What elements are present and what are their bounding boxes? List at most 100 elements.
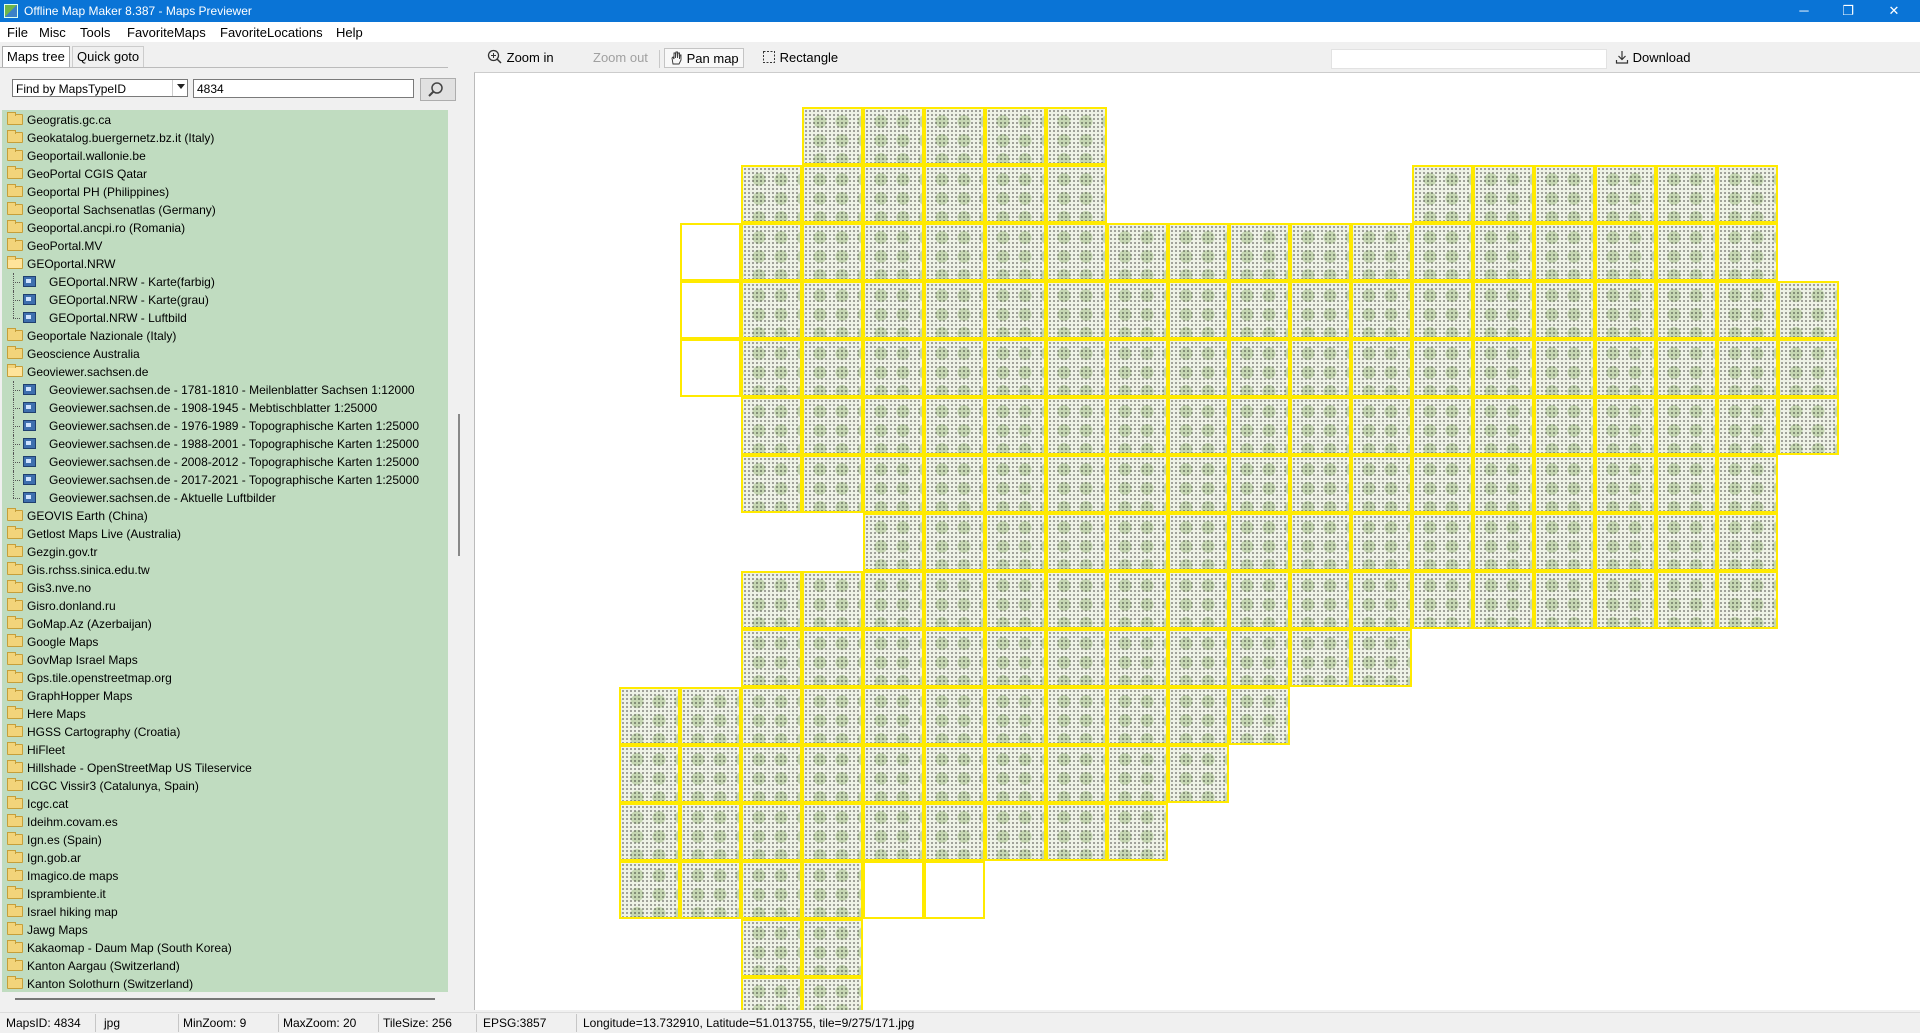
map-tile: [1168, 455, 1229, 513]
toolbar-text-field[interactable]: [1331, 49, 1607, 69]
map-tile: [1107, 629, 1168, 687]
map-tile: [1595, 165, 1656, 223]
tree-scroll-thumb[interactable]: [458, 414, 460, 556]
map-tile: [1351, 455, 1412, 513]
maximize-button[interactable]: ❐: [1826, 0, 1870, 22]
search-button[interactable]: [420, 78, 456, 101]
map-icon: [23, 312, 36, 323]
zoom-in-button[interactable]: Zoom in: [487, 48, 554, 68]
tree-item-label: Ign.gob.ar: [27, 851, 82, 865]
tree-item-label: HiFleet: [27, 743, 66, 757]
folder-icon: [7, 166, 23, 179]
folder-open-icon: [7, 364, 23, 377]
map-tile: [619, 803, 680, 861]
map-tile: [1412, 281, 1473, 339]
map-tile: [1656, 339, 1717, 397]
map-tile: [1229, 687, 1290, 745]
map-tile: [1107, 803, 1168, 861]
map-canvas[interactable]: [474, 72, 1920, 1010]
map-tile: [1412, 339, 1473, 397]
map-tile: [863, 629, 924, 687]
map-tile: [1351, 513, 1412, 571]
menu-favorite-maps[interactable]: FavoriteMaps: [127, 25, 206, 40]
map-tile: [680, 861, 741, 919]
menu-help[interactable]: Help: [336, 25, 363, 40]
tree-connector: [13, 291, 14, 309]
tree-item-label: Hillshade - OpenStreetMap US Tileservice: [27, 761, 252, 775]
folder-icon: [7, 580, 23, 593]
map-tile: [1595, 455, 1656, 513]
map-tile: [741, 455, 802, 513]
folder-icon: [7, 922, 23, 935]
tree-connector: [13, 462, 20, 463]
map-tile: [1717, 571, 1778, 629]
tree-hscroll-thumb[interactable]: [15, 998, 435, 1000]
search-icon: [428, 82, 443, 97]
tree-item-label: Geoportal.ancpi.ro (Romania): [27, 221, 186, 235]
folder-icon: [7, 706, 23, 719]
maps-tree[interactable]: Geogratis.gc.ca Geokatalog.buergernetz.bz…: [2, 110, 448, 992]
zoom-in-label: Zoom in: [506, 50, 554, 65]
map-tile: [1351, 281, 1412, 339]
map-tile: [1046, 339, 1107, 397]
map-tile: [1656, 455, 1717, 513]
map-tile: [741, 861, 802, 919]
map-icon: [23, 474, 36, 485]
tree-connector: [13, 426, 20, 427]
pan-map-button[interactable]: Pan map: [664, 48, 744, 68]
map-tile: [1229, 629, 1290, 687]
tree-scrollbar[interactable]: [452, 110, 466, 992]
status-epsg: EPSG:3857: [483, 1016, 547, 1030]
menu-file[interactable]: File: [7, 25, 28, 40]
folder-icon: [7, 886, 23, 899]
tree-item-label: Gps.tile.openstreetmap.org: [27, 671, 172, 685]
folder-icon: [7, 940, 23, 953]
tree-item-label: Geoviewer.sachsen.de - 2017-2021 - Topog…: [49, 473, 420, 487]
menu-tools[interactable]: Tools: [80, 25, 110, 40]
map-tile: [1168, 397, 1229, 455]
map-tile: [985, 107, 1046, 165]
tree-connector: [13, 444, 20, 445]
minimize-button[interactable]: ─: [1782, 0, 1826, 22]
folder-icon: [7, 760, 23, 773]
folder-icon: [7, 868, 23, 881]
zoom-out-button[interactable]: Zoom out: [593, 48, 648, 68]
map-tile: [1534, 571, 1595, 629]
menu-favorite-locations[interactable]: FavoriteLocations: [220, 25, 323, 40]
folder-icon: [7, 796, 23, 809]
map-tile: [1778, 339, 1839, 397]
folder-icon: [7, 652, 23, 665]
search-mode-select[interactable]: Find by MapsTypeID: [12, 79, 188, 97]
menu-misc[interactable]: Misc: [39, 25, 66, 40]
chevron-down-icon: [177, 84, 185, 89]
tab-maps-tree[interactable]: Maps tree: [2, 46, 70, 67]
map-tile: [680, 803, 741, 861]
map-tile: [1229, 455, 1290, 513]
map-tile: [1656, 397, 1717, 455]
tree-connector: [13, 417, 14, 435]
tree-item-label: HGSS Cartography (Croatia): [27, 725, 181, 739]
dropdown-button[interactable]: [172, 80, 187, 96]
tree-item-label: Geogratis.gc.ca: [27, 113, 112, 127]
map-tile: [985, 571, 1046, 629]
map-tile: [680, 339, 741, 397]
tree-horizontal-scrollbar[interactable]: [2, 996, 448, 1002]
zoom-out-label: Zoom out: [593, 50, 648, 65]
tree-item-label: Kakaomap - Daum Map (South Korea): [27, 941, 232, 955]
map-tile: [985, 397, 1046, 455]
map-tile: [924, 223, 985, 281]
tab-quick-goto[interactable]: Quick goto: [72, 46, 145, 67]
tree-item-label: GEOportal.NRW - Karte(grau): [49, 293, 209, 307]
status-tile-size: TileSize: 256: [383, 1016, 452, 1030]
tree-connector: [13, 300, 20, 301]
map-tile: [1229, 281, 1290, 339]
rectangle-button[interactable]: Rectangle: [762, 48, 838, 68]
close-button[interactable]: ✕: [1872, 0, 1916, 22]
map-tile: [1778, 397, 1839, 455]
map-tile: [924, 107, 985, 165]
map-tile: [1046, 165, 1107, 223]
map-tile: [1717, 165, 1778, 223]
download-button[interactable]: Download: [1615, 48, 1690, 68]
tree-item-label: GraphHopper Maps: [27, 689, 133, 703]
search-input[interactable]: 4834: [193, 79, 414, 98]
